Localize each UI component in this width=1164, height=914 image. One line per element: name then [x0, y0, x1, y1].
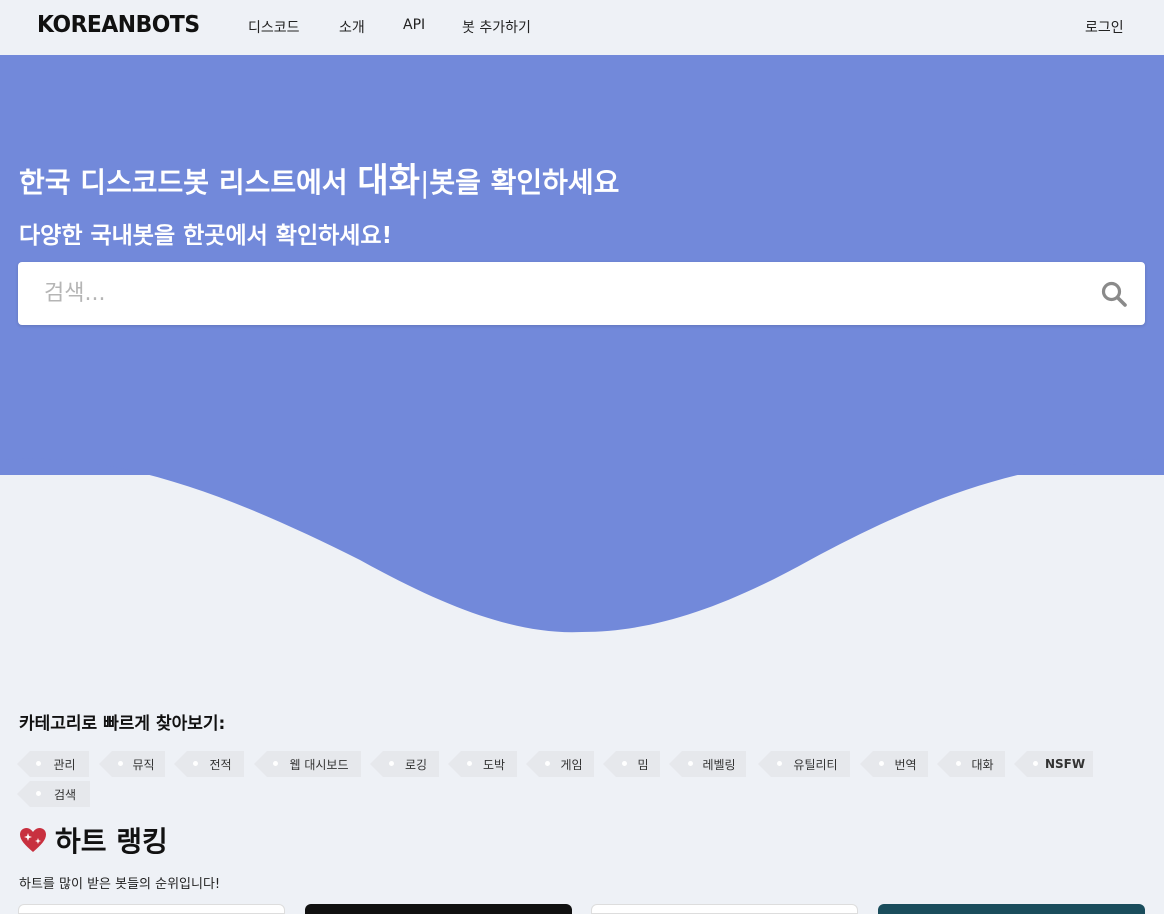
category-tag-chat[interactable]: 대화 [937, 751, 1005, 777]
category-tag-logging[interactable]: 로깅 [370, 751, 439, 777]
category-tag-gambling[interactable]: 도박 [448, 751, 517, 777]
hero-title: 한국 디스코드봇 리스트에서 대화|봇을 확인하세요 [19, 153, 619, 202]
nav-link-login[interactable]: 로그인 [1085, 17, 1124, 37]
top-navbar: KOREANBOTS 디스코드 소개 API 봇 추가하기 로그인 [0, 0, 1164, 55]
bot-card[interactable] [305, 904, 572, 914]
heart-ranking-subtitle: 하트를 많이 받은 봇들의 순위입니다! [19, 877, 221, 892]
typing-cursor: | [419, 166, 430, 199]
sparkling-heart-icon [20, 828, 46, 852]
category-tag-stats[interactable]: 전적 [174, 751, 244, 777]
site-logo[interactable]: KOREANBOTS [37, 12, 200, 38]
nav-link-api[interactable]: API [403, 17, 425, 33]
category-tag-manage[interactable]: 관리 [17, 751, 89, 777]
hero-title-accent: 대화 [357, 161, 420, 201]
category-tag-music[interactable]: 뮤직 [99, 751, 165, 777]
bot-card[interactable] [878, 904, 1145, 914]
search-box [18, 262, 1145, 325]
hero-wave [0, 440, 1164, 633]
hero-subtitle: 다양한 국내봇을 한곳에서 확인하세요! [19, 223, 393, 249]
category-tag-leveling[interactable]: 레벨링 [669, 751, 746, 777]
nav-link-add-bot[interactable]: 봇 추가하기 [462, 17, 531, 37]
nav-link-discord[interactable]: 디스코드 [248, 17, 300, 37]
heart-ranking-title-text: 하트 랭킹 [55, 825, 168, 858]
search-icon[interactable] [1100, 280, 1128, 308]
category-tag-game[interactable]: 게임 [526, 751, 594, 777]
category-tag-utility[interactable]: 유틸리티 [758, 751, 850, 777]
hero-title-prefix: 한국 디스코드봇 리스트에서 [19, 166, 358, 199]
search-input[interactable] [18, 262, 1078, 325]
nav-link-about[interactable]: 소개 [339, 17, 365, 37]
category-tag-translate[interactable]: 번역 [860, 751, 928, 777]
category-tag-search[interactable]: 검색 [17, 781, 90, 807]
hero-title-suffix: 봇을 확인하세요 [429, 166, 620, 199]
category-heading: 카테고리로 빠르게 찾아보기: [19, 714, 226, 734]
heart-ranking-title: 하트 랭킹 [19, 820, 168, 860]
bot-card[interactable] [18, 904, 285, 914]
category-tag-meme[interactable]: 밈 [603, 751, 660, 777]
category-tag-nsfw[interactable]: NSFW [1014, 751, 1093, 777]
bot-card[interactable] [591, 904, 858, 914]
category-tag-web-dashboard[interactable]: 웹 대시보드 [254, 751, 361, 777]
